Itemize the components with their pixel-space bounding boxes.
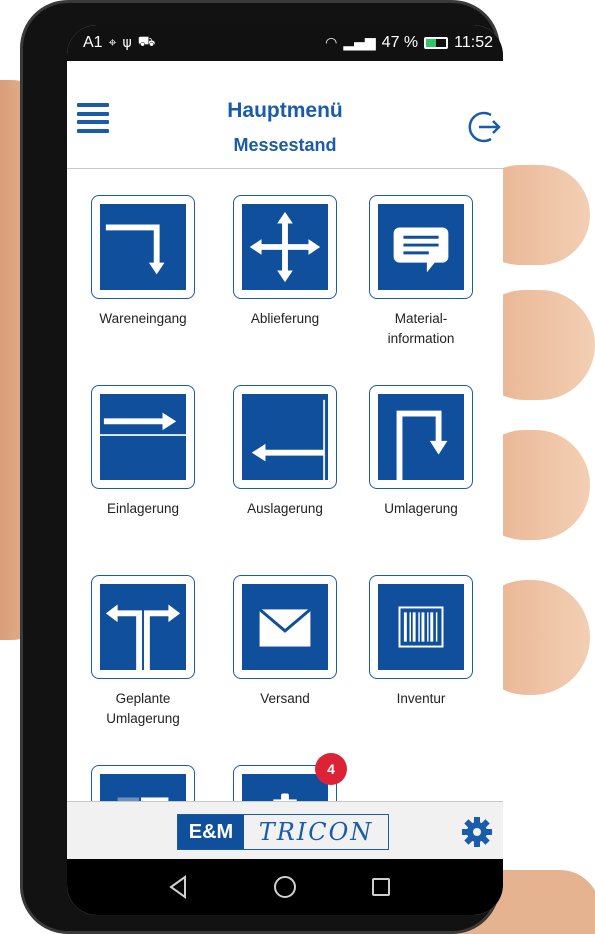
location-icon: ⌖ <box>108 35 117 51</box>
system-nav-bar <box>67 859 503 915</box>
logo-em: E&M <box>178 815 244 849</box>
gear-icon[interactable] <box>461 816 493 848</box>
app-header: Hauptmenü Messestand <box>67 61 503 169</box>
tile-geplante-umlagerung[interactable]: Geplante Umlagerung <box>83 575 203 729</box>
tile-wareneingang[interactable]: Wareneingang <box>83 195 203 329</box>
tile-inventur[interactable]: Inventur <box>361 575 481 709</box>
page-title: Hauptmenü <box>227 99 343 122</box>
phone-screen: A1 ⌖ ψ ⛟ ◠ ▂▄▆ 47 % 11:52 Hauptmenü Mess… <box>67 25 503 915</box>
carrier-label: A1 <box>83 34 103 51</box>
tile-label: Auslagerung <box>247 501 323 516</box>
tile-label: Geplante Umlagerung <box>106 691 180 726</box>
battery-percent: 47 % <box>381 34 419 51</box>
arrow-left-return-icon <box>251 399 326 480</box>
message-list-icon <box>393 227 449 273</box>
tile-label: Einlagerung <box>106 501 180 516</box>
tile-ablieferung[interactable]: Ablieferung <box>225 195 345 329</box>
company-logo: E&M TRICON <box>177 814 389 850</box>
split-arrows-icon <box>105 604 181 670</box>
page-subtitle: Messestand <box>233 135 337 155</box>
panel-icon <box>117 797 169 801</box>
alarm-clipboard-icon <box>273 793 297 801</box>
tile-label: Material- information <box>387 311 455 346</box>
tile-einlagerung[interactable]: Einlagerung <box>83 385 203 519</box>
menu-grid: Wareneingang Ablieferung Material- infor… <box>67 169 503 801</box>
arrow-up-down-icon <box>396 410 448 480</box>
arrow-right-icon <box>100 412 186 437</box>
envelope-icon <box>258 608 312 647</box>
logout-icon[interactable] <box>467 109 503 145</box>
tile-label: Ablieferung <box>250 311 320 326</box>
tile-alarm[interactable]: 4 <box>225 753 347 801</box>
phone-frame: A1 ⌖ ψ ⛟ ◠ ▂▄▆ 47 % 11:52 Hauptmenü Mess… <box>20 0 503 934</box>
home-icon[interactable] <box>271 873 299 901</box>
signal-icon: ▂▄▆ <box>343 35 376 51</box>
tile-label: Inventur <box>396 691 446 706</box>
tile-versand[interactable]: Versand <box>225 575 345 709</box>
wifi-icon: ◠ <box>325 35 338 51</box>
tile-label: Umlagerung <box>384 501 458 516</box>
arrow-right-down-icon <box>105 224 165 275</box>
tile-label: Versand <box>260 691 310 706</box>
logo-tricon: TRICON <box>258 818 374 846</box>
barcode-icon <box>398 606 444 648</box>
notification-badge: 4 <box>315 753 347 785</box>
recents-icon[interactable] <box>367 873 395 901</box>
status-bar: A1 ⌖ ψ ⛟ ◠ ▂▄▆ 47 % 11:52 <box>67 25 503 61</box>
usb-icon: ψ <box>122 35 132 51</box>
tile-materialinformation[interactable]: Material- information <box>361 195 481 349</box>
back-icon[interactable] <box>165 873 193 901</box>
tile-umlagerung[interactable]: Umlagerung <box>361 385 481 519</box>
tile-panel[interactable] <box>83 765 203 801</box>
battery-icon <box>424 37 449 49</box>
car-icon: ⛟ <box>137 34 156 50</box>
tile-auslagerung[interactable]: Auslagerung <box>225 385 345 519</box>
app-footer: E&M TRICON <box>67 801 503 859</box>
tile-label: Wareneingang <box>99 311 187 326</box>
clock: 11:52 <box>454 34 493 51</box>
move-arrows-icon <box>249 211 321 283</box>
